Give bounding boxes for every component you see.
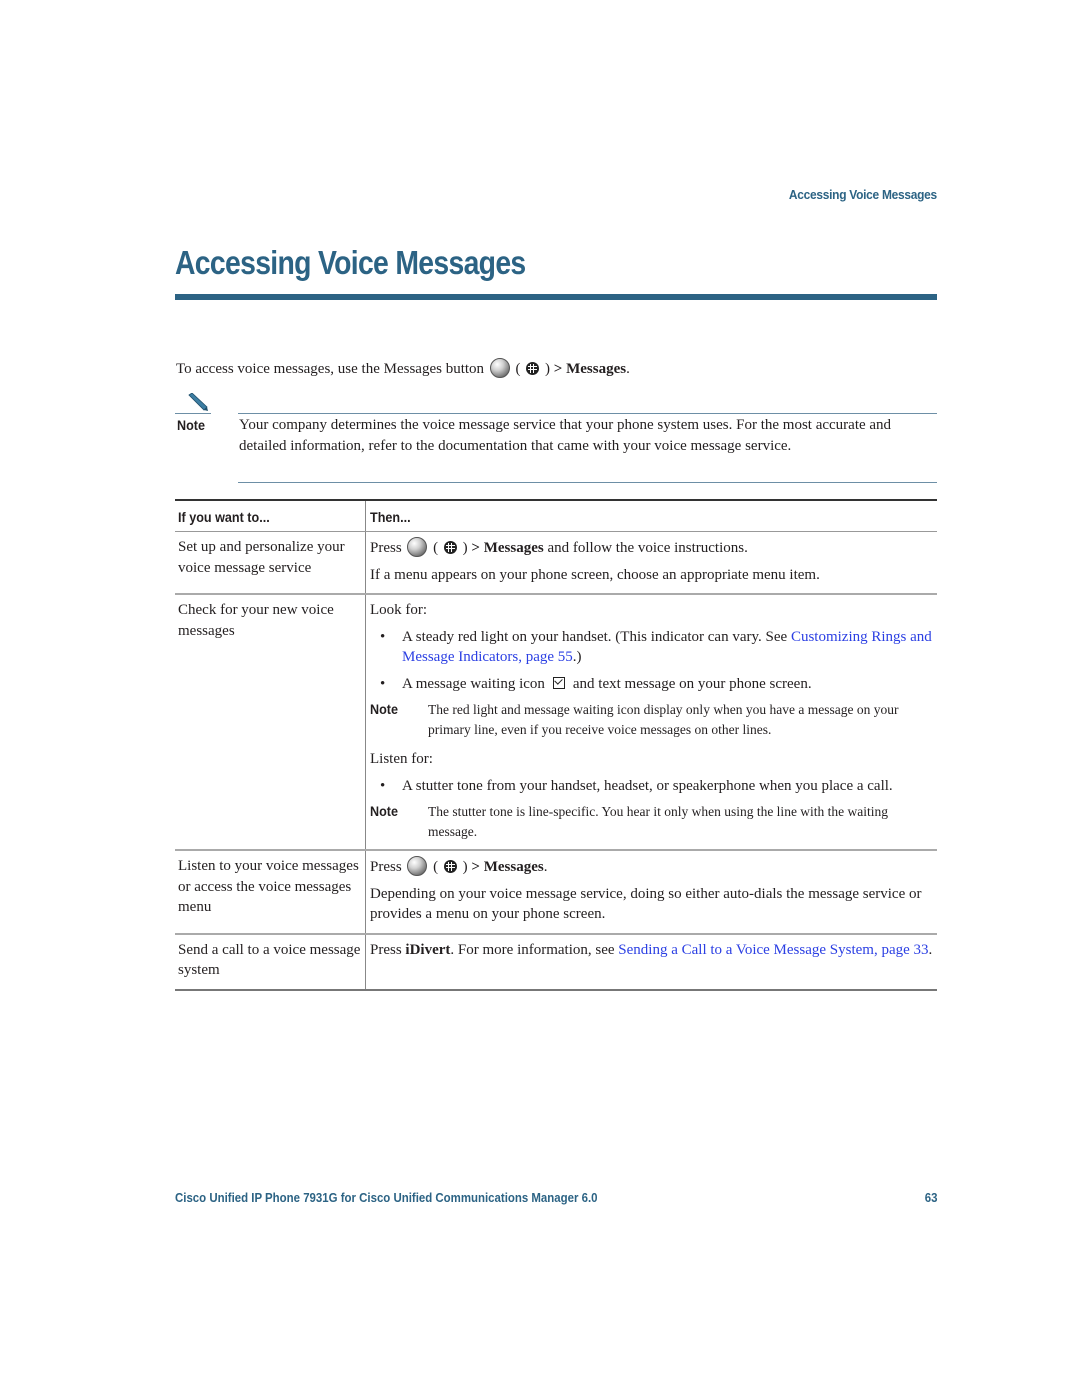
note-text: Your company determines the voice messag…: [239, 417, 892, 454]
note-text: The red light and message waiting icon d…: [428, 702, 899, 737]
then-cell: Press ( ) > Messages. Depending on your …: [365, 850, 937, 935]
bullet-item: A stutter tone from your handset, headse…: [370, 776, 934, 797]
message-waiting-icon: [552, 676, 565, 689]
globe-icon: [526, 362, 540, 375]
paren-open: (: [515, 361, 521, 377]
then-cell: Press iDivert. For more information, see…: [365, 933, 937, 991]
messages-button-icon: [407, 856, 428, 876]
task-cell: Set up and personalize your voice messag…: [175, 531, 366, 595]
globe-icon: [443, 860, 457, 873]
column-header-task: If you want to...: [175, 499, 366, 532]
messages-button-icon: [407, 537, 428, 557]
page-title: Accessing Voice Messages: [175, 244, 526, 281]
period: .: [626, 361, 630, 377]
task-cell: Listen to your voice messages or access …: [175, 850, 366, 935]
messages-menu-item: Messages: [566, 361, 627, 377]
intro-text: To access voice messages, use the Messag…: [176, 361, 485, 377]
link-sending-call[interactable]: Sending a Call to a Voice Message System…: [618, 942, 928, 958]
note-text: The stutter tone is line-specific. You h…: [428, 804, 889, 839]
bullet-item: A steady red light on your handset. (Thi…: [370, 627, 934, 668]
note-rule-bottom: [238, 482, 937, 483]
task-cell: Send a call to a voice message system: [175, 933, 366, 991]
column-header-then: Then...: [365, 499, 937, 532]
note-label: Note: [370, 803, 399, 819]
footer-title: Cisco Unified IP Phone 7931G for Cisco U…: [175, 1190, 598, 1205]
table-row: Set up and personalize your voice messag…: [175, 531, 937, 595]
task-cell: Check for your new voice messages: [175, 594, 366, 851]
arrow: >: [553, 361, 563, 377]
note-rule-top: [238, 413, 937, 414]
bullet-item: A message waiting iconand text message o…: [370, 674, 934, 695]
note-label: Note: [177, 417, 206, 433]
paren-close: ): [545, 361, 551, 377]
inner-note: Note The stutter tone is line-specific. …: [370, 802, 934, 841]
page-number: 63: [924, 1190, 937, 1205]
then-cell: Press ( ) > Messages and follow the voic…: [365, 531, 937, 595]
table-row: Check for your new voice messages Look f…: [175, 594, 937, 851]
table-row: Send a call to a voice message system Pr…: [175, 933, 937, 991]
title-rule: [175, 294, 937, 300]
intro-paragraph: To access voice messages, use the Messag…: [176, 358, 630, 378]
running-head: Accessing Voice Messages: [788, 187, 937, 202]
pencil-icon: [188, 393, 208, 411]
note-label-rule: [175, 413, 211, 414]
then-cell: Look for: A steady red light on your han…: [365, 594, 937, 851]
inner-note: Note The red light and message waiting i…: [370, 700, 934, 739]
table-header-row: If you want to... Then...: [175, 499, 937, 532]
globe-icon: [443, 541, 457, 554]
table-row: Listen to your voice messages or access …: [175, 850, 937, 935]
messages-button-icon: [489, 358, 510, 378]
note-label: Note: [370, 701, 399, 717]
instructions-table: If you want to... Then... Set up and per…: [175, 499, 937, 991]
